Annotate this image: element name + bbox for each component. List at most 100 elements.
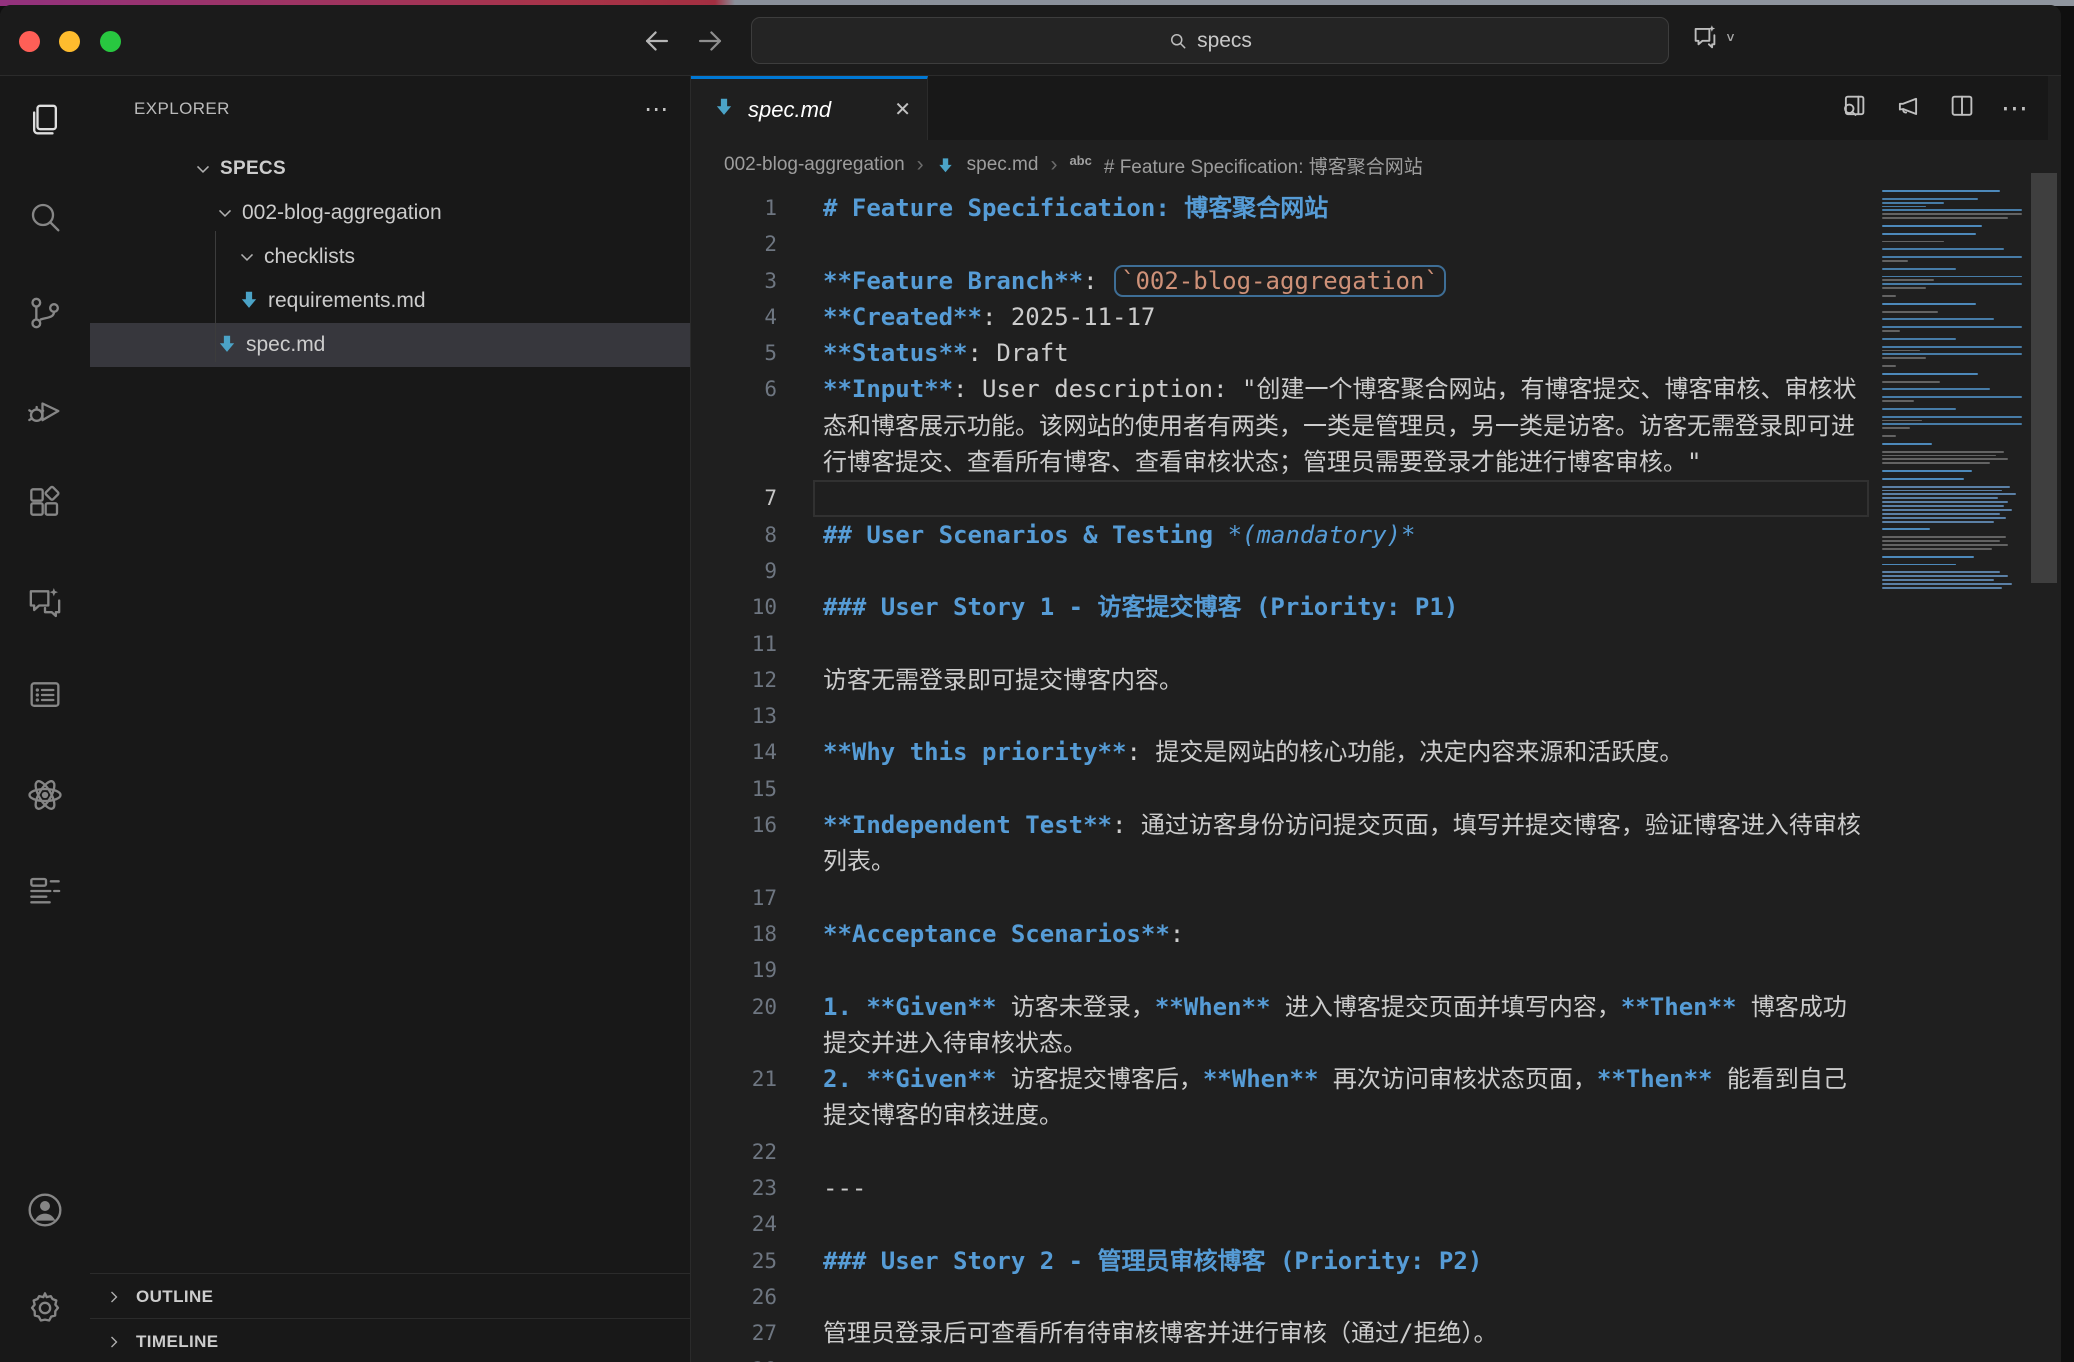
line-number: 20 [691,989,813,1062]
tree-item-specs[interactable]: SPECS [90,147,690,191]
activitybar-item-accounts[interactable] [21,1186,69,1234]
tree-item-requirements-md[interactable]: requirements.md [90,279,690,323]
line-number: 14 [691,734,813,770]
editor-line-18: 18**Acceptance Scenarios**: [691,916,1874,952]
minimap[interactable] [1874,190,2021,1362]
tree-item-spec-md[interactable]: spec.md [90,323,690,367]
line-content[interactable] [813,226,1869,262]
minimap-line [1882,388,1990,390]
minimap-line [1882,462,1990,464]
minimap-line [1882,420,1922,422]
minimap-line [1882,400,1914,402]
line-number: 12 [691,662,813,698]
editor-group: spec.md ✕ ⋯ 002-blog-aggregation › spec.md… [691,76,2048,1362]
sidebar-panel-outline[interactable]: OUTLINE [90,1273,690,1319]
line-content[interactable]: ### User Story 2 - 管理员审核博客 (Priority: P2… [813,1243,1869,1279]
minimap-line [1882,209,2022,211]
search-value: specs [1197,29,1252,53]
line-content[interactable]: --- [813,1170,1869,1206]
command-center-search[interactable]: specs [751,17,1669,64]
line-content[interactable] [813,771,1869,807]
minimap-line [1882,423,2022,425]
close-window-button[interactable] [19,31,40,52]
line-content[interactable] [813,626,1869,662]
line-content[interactable] [813,880,1869,916]
line-content[interactable]: 1. **Given** 访客未登录，**When** 进入博客提交页面并填写内… [813,989,1869,1062]
line-content[interactable] [813,952,1869,988]
zoom-window-button[interactable] [100,31,121,52]
minimap-line [1882,381,1940,383]
minimap-line [1882,268,1956,270]
navigate-back-button[interactable] [640,24,674,58]
line-content[interactable] [813,1206,1869,1242]
line-content[interactable]: **Feature Branch**: `002-blog-aggregatio… [813,263,1869,299]
line-content[interactable]: ### User Story 1 - 访客提交博客 (Priority: P1) [813,589,1869,625]
editor-line-24: 24 [691,1206,1874,1242]
breadcrumb-item[interactable]: # Feature Specification: 博客聚合网站 [1104,152,1423,179]
markdown-icon [238,289,262,313]
minimap-line [1882,513,2000,515]
minimap-line [1882,283,2022,285]
copilot-menu-button[interactable]: ∨ [1690,22,1736,52]
explorer-more-actions-button[interactable]: ⋯ [644,95,670,124]
activitybar-item-run-debug[interactable] [21,387,69,435]
breadcrumb-item[interactable]: spec.md [967,154,1039,176]
minimap-line [1882,493,2016,495]
line-content[interactable] [813,1279,1869,1315]
line-content[interactable]: **Created**: 2025-11-17 [813,299,1869,335]
line-content[interactable]: **Status**: Draft [813,335,1869,371]
editor-scrollbar-thumb[interactable] [2031,173,2057,583]
minimap-line [1882,583,2012,585]
minimap-line [1882,571,2000,573]
breadcrumb-item[interactable]: 002-blog-aggregation [724,154,905,176]
line-content[interactable]: **Independent Test**: 通过访客身份访问提交页面，填写并提交… [813,807,1869,880]
line-content[interactable] [813,480,1869,516]
sidebar-panel-timeline[interactable]: TIMELINE [90,1318,690,1362]
activitybar-item-react-devtools[interactable] [21,771,69,819]
line-content[interactable]: 访客无需登录即可提交博客内容。 [813,662,1869,698]
line-content[interactable] [813,553,1869,589]
chat-sparkle-icon [1690,22,1720,52]
activitybar-item-source-control[interactable] [21,289,69,337]
line-number: 1 [691,190,813,226]
more-actions-button[interactable]: ⋯ [2001,93,2030,124]
minimap-line [1882,564,1956,566]
editor-line-22: 22 [691,1134,1874,1170]
activitybar-item-list-panel[interactable] [21,671,69,719]
line-content[interactable]: 2. **Given** 访客提交博客后，**When** 再次访问审核状态页面… [813,1061,1869,1134]
tree-item-002-blog-aggregation[interactable]: 002-blog-aggregation [90,191,690,235]
activitybar-item-settings[interactable] [21,1284,69,1332]
line-content[interactable]: **Acceptance Scenarios**: [813,916,1869,952]
split-editor-button[interactable] [1947,91,1977,126]
line-content[interactable]: # Feature Specification: 博客聚合网站 [813,190,1869,226]
breadcrumb-separator: › [917,153,924,177]
search-icon [1168,31,1188,51]
activitybar-item-extensions[interactable] [21,480,69,528]
line-content[interactable] [813,1134,1869,1170]
editor-line-19: 19 [691,952,1874,988]
activitybar-item-notes[interactable] [21,867,69,915]
activitybar-item-explorer[interactable] [21,96,69,144]
line-content[interactable]: **Why this priority**: 提交是网站的核心功能，决定内容来源… [813,734,1869,770]
close-tab-icon[interactable]: ✕ [894,97,911,122]
announcement-button[interactable] [1893,91,1923,126]
editor-line-23: 23--- [691,1170,1874,1206]
minimap-line [1882,295,1896,297]
navigate-forward-button[interactable] [693,24,727,58]
tab-bar: spec.md ✕ ⋯ [691,76,2048,140]
tree-item-checklists[interactable]: checklists [90,235,690,279]
tab-spec-md[interactable]: spec.md ✕ [691,76,928,140]
line-content[interactable]: **Input**: User description: "创建一个博客聚合网站… [813,371,1869,480]
open-preview-button[interactable] [1839,91,1869,126]
line-content[interactable] [813,698,1869,734]
minimap-line [1882,353,2022,355]
line-content[interactable]: 管理员登录后可查看所有待审核博客并进行审核（通过/拒绝）。 [813,1315,1869,1351]
minimap-line [1882,486,2010,488]
activitybar-item-chat[interactable] [21,579,69,627]
minimize-window-button[interactable] [59,31,80,52]
line-content[interactable] [813,1352,1869,1362]
line-number: 23 [691,1170,813,1206]
titlebar: specs ∨ [0,5,2061,76]
line-content[interactable]: ## User Scenarios & Testing *(mandatory)… [813,517,1869,553]
activitybar-item-search[interactable] [21,193,69,241]
